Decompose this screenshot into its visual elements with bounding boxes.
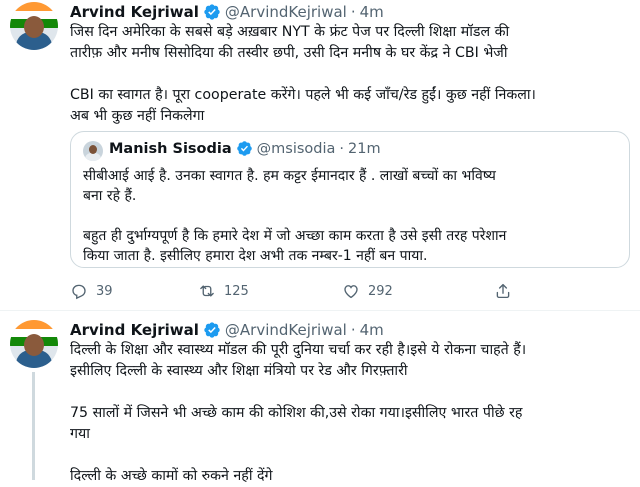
author-name[interactable]: Arvind Kejriwal [70,321,199,339]
separator-dot: · [350,321,356,339]
author-handle[interactable]: @ArvindKejriwal [225,3,347,21]
reply-icon [72,284,86,300]
thread-line [32,372,35,480]
separator-dot: · [350,3,356,21]
verified-badge-icon [204,4,220,20]
retweet-button[interactable]: 125 [198,282,294,300]
tweet-1-actions: 39 125 292 [70,282,520,300]
retweet-count: 125 [224,283,249,299]
avatar-kejriwal[interactable] [10,2,58,50]
quoted-tweet-header: Manish Sisodia @msisodia · 21m [109,140,381,157]
tweet-2-header: Arvind Kejriwal @ArvindKejriwal · 4m [70,320,384,340]
author-name[interactable]: Arvind Kejriwal [70,3,199,21]
quoted-author-handle: @msisodia [256,140,336,157]
like-count: 292 [368,283,393,299]
avatar-kejriwal[interactable] [10,320,58,368]
verified-badge-icon [204,322,220,338]
like-icon [344,285,358,299]
quoted-tweet[interactable]: Manish Sisodia @msisodia · 21m सीबीआई आई… [70,131,630,268]
reply-button[interactable]: 39 [70,282,150,300]
reply-count: 39 [96,283,113,299]
avatar-sisodia [83,141,103,161]
verified-badge-icon [236,141,252,156]
tweet-2-text: दिल्ली के शिक्षा और स्वास्थ्य मॉडल की पू… [70,342,527,484]
tweet-2[interactable]: Arvind Kejriwal @ArvindKejriwal · 4m दिल… [0,320,640,484]
quoted-timestamp: 21m [348,140,381,157]
tweet-divider [0,310,640,311]
share-icon [496,283,510,299]
tweet-1[interactable]: Arvind Kejriwal @ArvindKejriwal · 4m जिस… [0,0,640,310]
tweet-1-header: Arvind Kejriwal @ArvindKejriwal · 4m [70,2,384,22]
timestamp[interactable]: 4m [360,321,384,339]
tweet-1-text: जिस दिन अमेरिका के सबसे बड़े अख़बार NYT … [70,24,536,124]
timestamp[interactable]: 4m [360,3,384,21]
share-button[interactable] [494,282,520,300]
retweet-icon [200,285,214,297]
like-button[interactable]: 292 [342,282,446,300]
quoted-tweet-text: सीबीआई आई है. उनका स्वागत है. हम कट्टर ई… [83,168,507,264]
separator-dot: · [339,140,345,157]
author-handle[interactable]: @ArvindKejriwal [225,321,347,339]
quoted-author-name: Manish Sisodia [109,140,232,157]
